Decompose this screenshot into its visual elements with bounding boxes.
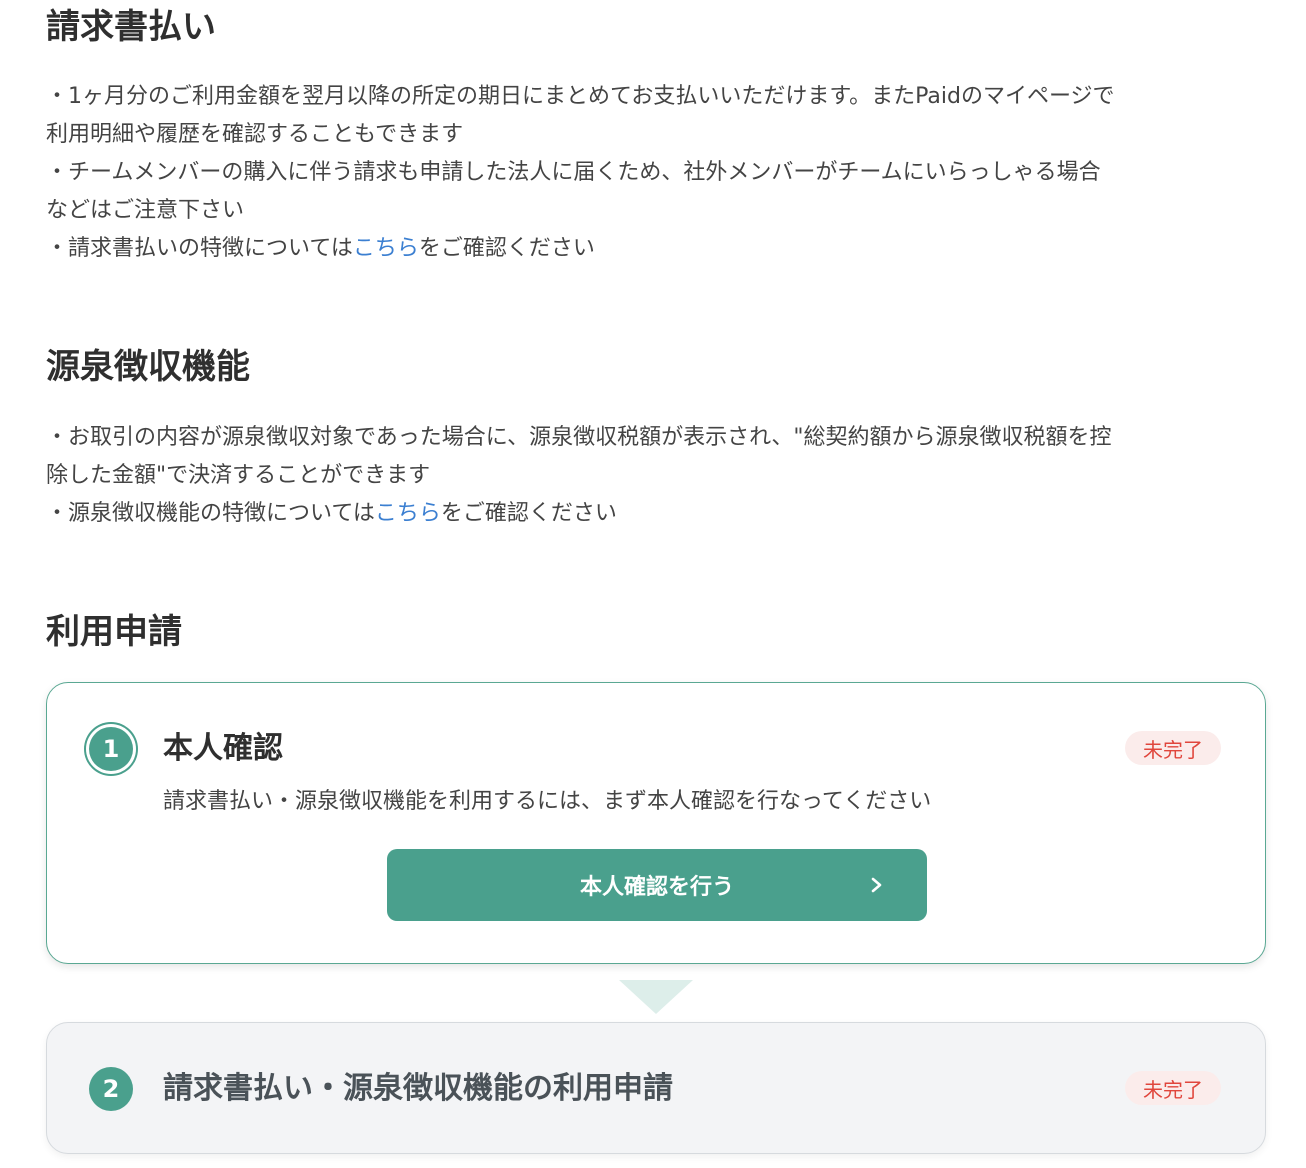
invoice-line: などはご注意下さい — [46, 198, 245, 223]
withholding-feature-prefix: ・源泉徴収機能の特徴については — [46, 501, 375, 526]
status-badge: 未完了 — [1125, 1071, 1221, 1105]
withholding-line: ・お取引の内容が源泉徴収対象であった場合に、源泉徴収税額が表示され、"総契約額か… — [46, 425, 1112, 450]
step-number-badge: 2 — [89, 1067, 133, 1111]
invoice-section-body: ・1ヶ月分のご利用金額を翌月以降の所定の期日にまとめてお支払いいただけます。また… — [46, 78, 1271, 268]
invoice-feature-prefix: ・請求書払いの特徴については — [46, 236, 353, 261]
step-number-badge: 1 — [89, 727, 133, 771]
withholding-feature-line: ・源泉徴収機能の特徴についてはこちらをご確認ください — [46, 495, 1271, 533]
invoice-feature-line: ・請求書払いの特徴についてはこちらをご確認ください — [46, 230, 1271, 268]
step-title: 請求書払い・源泉徴収機能の利用申請 — [163, 1071, 673, 1106]
invoice-line: 利用明細や履歴を確認することもできます — [46, 122, 464, 147]
step-card-identity-verification: 1 本人確認 未完了 請求書払い・源泉徴収機能を利用するには、まず本人確認を行な… — [46, 682, 1266, 964]
invoice-line: ・チームメンバーの購入に伴う請求も申請した法人に届くため、社外メンバーがチームに… — [46, 160, 1101, 185]
withholding-feature-suffix: をご確認ください — [440, 501, 617, 526]
withholding-section-body: ・お取引の内容が源泉徴収対象であった場合に、源泉徴収税額が表示され、"総契約額か… — [46, 419, 1271, 533]
step-description: 請求書払い・源泉徴収機能を利用するには、まず本人確認を行なってください — [163, 789, 932, 814]
withholding-section-title: 源泉徴収機能 — [46, 347, 250, 387]
withholding-feature-link[interactable]: こちら — [375, 501, 441, 526]
application-section-title: 利用申請 — [46, 612, 182, 652]
withholding-line: 除した金額"で決済することができます — [46, 463, 431, 488]
invoice-line: ・1ヶ月分のご利用金額を翌月以降の所定の期日にまとめてお支払いいただけます。また… — [46, 84, 1115, 109]
verify-identity-button[interactable]: 本人確認を行う — [387, 849, 927, 921]
invoice-feature-link[interactable]: こちら — [353, 236, 419, 261]
invoice-section-title: 請求書払い — [46, 7, 216, 47]
verify-identity-button-label: 本人確認を行う — [579, 875, 734, 900]
invoice-feature-suffix: をご確認ください — [418, 236, 595, 261]
step-title: 本人確認 — [163, 731, 283, 766]
step-connector-arrow — [619, 980, 693, 1014]
status-badge: 未完了 — [1125, 731, 1221, 765]
step-card-usage-application: 2 請求書払い・源泉徴収機能の利用申請 未完了 — [46, 1022, 1266, 1154]
chevron-right-icon — [871, 877, 882, 893]
